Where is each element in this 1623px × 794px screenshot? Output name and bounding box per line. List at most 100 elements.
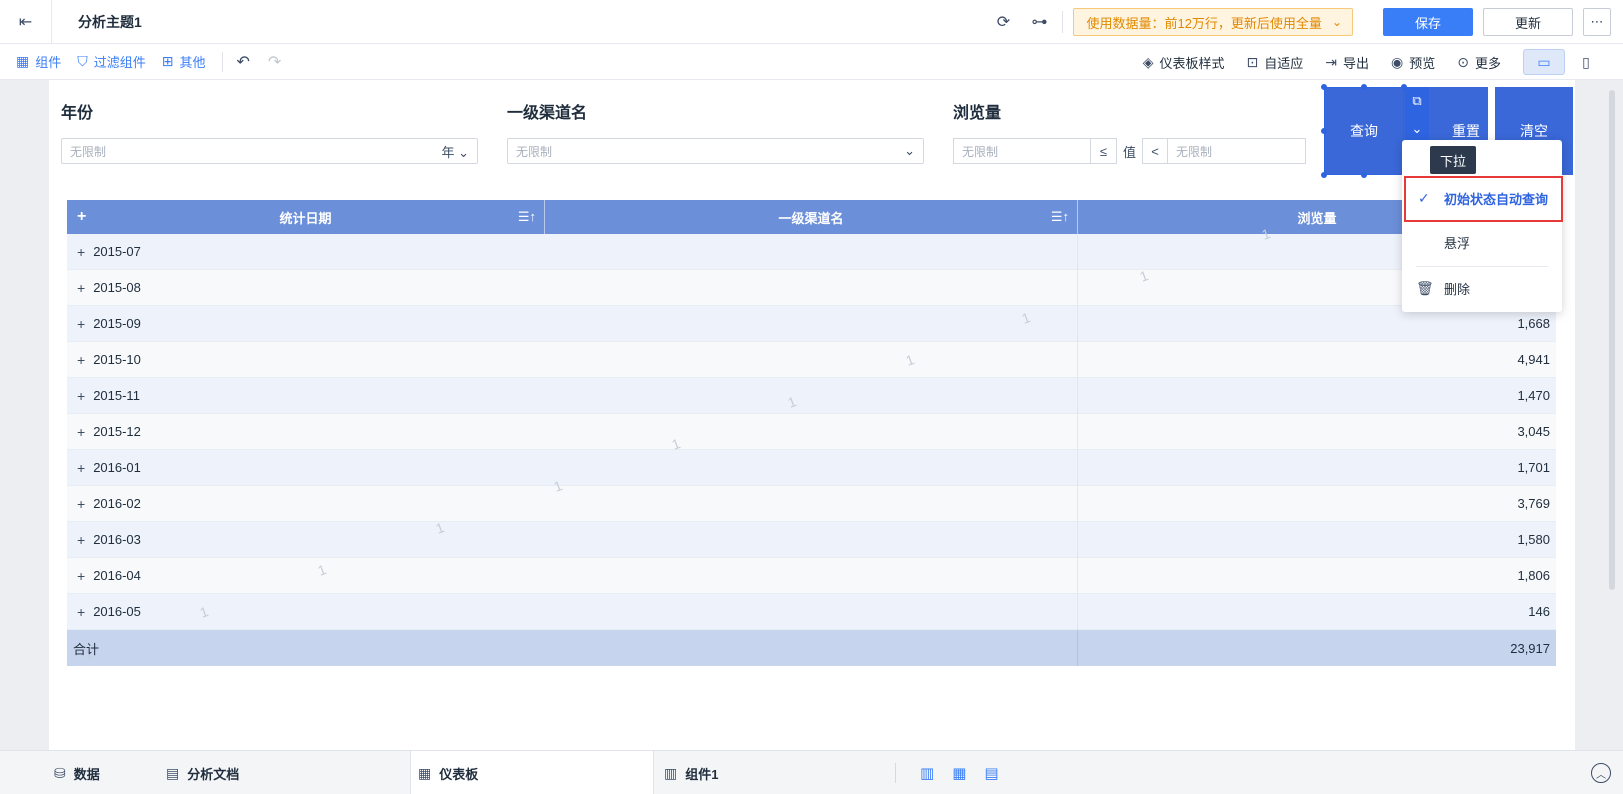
desktop-icon[interactable]: ▭ bbox=[1523, 49, 1565, 75]
expand-icon[interactable]: + bbox=[77, 388, 85, 404]
add-other-button[interactable]: ⊞ 其他 bbox=[162, 52, 206, 71]
add-chart-icon[interactable]: ▥ bbox=[920, 764, 934, 782]
add-doc-icon[interactable]: ▤ bbox=[984, 764, 998, 782]
column-header-date[interactable]: + 统计日期 ☰↑ bbox=[67, 200, 545, 234]
add-dashboard-icon[interactable]: ▦ bbox=[952, 764, 966, 782]
table-row[interactable]: +2016-04 1,806 bbox=[67, 557, 1556, 594]
cell-date: +2015-09 bbox=[67, 306, 545, 342]
table-row[interactable]: +2016-02 3,769 bbox=[67, 485, 1556, 522]
expand-icon[interactable]: + bbox=[77, 280, 85, 296]
table-row[interactable]: +2015-11 1,470 bbox=[67, 377, 1556, 414]
expand-icon[interactable]: + bbox=[77, 532, 85, 548]
resize-handle[interactable] bbox=[1321, 128, 1327, 134]
cell-channel bbox=[545, 377, 1078, 414]
year-unit-chevron: 年 ⌄ bbox=[441, 144, 469, 160]
table-header: + 统计日期 ☰↑ 一级渠道名 ☰↑ 浏览量 bbox=[67, 200, 1556, 234]
menu-item-delete[interactable]: 🗑 删除 bbox=[1402, 266, 1562, 310]
sort-icon[interactable]: ☰↑ bbox=[1051, 209, 1069, 225]
resize-handle[interactable] bbox=[1361, 172, 1367, 178]
table-row[interactable]: +2015-09 1,668 bbox=[67, 305, 1556, 342]
date-value: 2016-02 bbox=[93, 496, 141, 511]
data-volume-warning[interactable]: 使用数据量：前12万行，更新后使用全量 ⌄ bbox=[1073, 8, 1353, 36]
pv-max-operator[interactable]: < bbox=[1142, 138, 1169, 164]
sort-icon[interactable]: ☰↑ bbox=[518, 209, 536, 225]
export-button[interactable]: ⇥ 导出 bbox=[1325, 53, 1369, 72]
date-value: 2015-07 bbox=[93, 244, 141, 259]
table-row[interactable]: +2015-08 bbox=[67, 269, 1556, 306]
save-button[interactable]: 保存 bbox=[1383, 8, 1473, 36]
cell-channel bbox=[545, 593, 1078, 630]
table-row[interactable]: +2015-07 bbox=[67, 233, 1556, 270]
adaptive-button[interactable]: ⊡ 自适应 bbox=[1247, 53, 1304, 72]
cell-date: +2016-03 bbox=[67, 522, 545, 558]
resize-handle[interactable] bbox=[1361, 84, 1367, 90]
bottom-tab-bar: ⛁ 数据 ▤ 分析文档 ▦ 仪表板 ▥ 组件1 ▥ ▦ ▤ ︿ bbox=[0, 750, 1623, 794]
tab-analysis-doc[interactable]: ▤ 分析文档 bbox=[166, 764, 239, 783]
tab-dashboard[interactable]: ▦ 仪表板 bbox=[418, 764, 478, 783]
channel-select[interactable]: 无限制 ⌄ bbox=[507, 138, 924, 164]
expand-icon[interactable]: + bbox=[77, 496, 85, 512]
cell-channel bbox=[545, 521, 1078, 558]
year-unit: 年 bbox=[441, 144, 455, 160]
expand-all-icon[interactable]: + bbox=[77, 208, 86, 226]
year-filter-title: 年份 bbox=[61, 105, 94, 122]
lineage-icon[interactable]: ⊶ bbox=[1026, 9, 1052, 35]
trash-icon: 🗑 bbox=[1416, 279, 1434, 296]
tab-label: 组件1 bbox=[685, 767, 719, 782]
divider bbox=[221, 51, 223, 72]
expand-icon[interactable]: + bbox=[77, 460, 85, 476]
preview-button[interactable]: ◉ 预览 bbox=[1391, 53, 1435, 72]
update-button[interactable]: 更新 bbox=[1483, 8, 1573, 36]
table-row[interactable]: +2016-03 1,580 bbox=[67, 521, 1556, 558]
pv-max-input[interactable]: 无限制 bbox=[1168, 138, 1307, 164]
mobile-icon[interactable]: ▯ bbox=[1565, 49, 1607, 75]
expand-icon[interactable]: + bbox=[77, 316, 85, 332]
dashboard-style-button[interactable]: ◈ 仪表板样式 bbox=[1143, 53, 1225, 72]
cell-date: +2016-02 bbox=[67, 486, 545, 522]
table-row[interactable]: +2015-10 4,941 bbox=[67, 341, 1556, 378]
expand-icon[interactable]: + bbox=[77, 424, 85, 440]
cell-pv: 146 bbox=[1528, 604, 1550, 619]
vertical-scrollbar[interactable] bbox=[1609, 90, 1615, 590]
year-placeholder: 无限制 bbox=[70, 144, 107, 159]
redo-icon[interactable]: ↷ bbox=[268, 52, 281, 72]
refresh-icon[interactable]: ⟳ bbox=[990, 9, 1016, 35]
divider bbox=[1062, 11, 1064, 33]
undo-icon[interactable]: ↶ bbox=[237, 52, 250, 72]
resize-handle[interactable] bbox=[1321, 84, 1327, 90]
menu-item-float[interactable]: 悬浮 bbox=[1402, 220, 1562, 264]
copy-icon[interactable]: ⧉ bbox=[1412, 93, 1421, 109]
pv-min-input[interactable]: 无限制 bbox=[953, 138, 1091, 164]
expand-icon[interactable]: + bbox=[77, 604, 85, 620]
channel-placeholder: 无限制 bbox=[516, 144, 553, 159]
resize-handle[interactable] bbox=[1321, 172, 1327, 178]
expand-icon[interactable]: + bbox=[77, 568, 85, 584]
year-filter: 年份 无限制 年 ⌄ bbox=[49, 87, 488, 175]
pv-value-label: 值 bbox=[1123, 144, 1137, 160]
tab-data[interactable]: ⛁ 数据 bbox=[54, 764, 100, 783]
table-row[interactable]: +2016-05 146 bbox=[67, 593, 1556, 630]
export-icon: ⇥ bbox=[1325, 53, 1337, 70]
date-value: 2015-10 bbox=[93, 352, 141, 367]
collapse-icon[interactable]: ︿ bbox=[1591, 763, 1611, 783]
cell-date: +2015-10 bbox=[67, 342, 545, 378]
year-select[interactable]: 无限制 年 ⌄ bbox=[61, 138, 478, 164]
more-options-icon[interactable]: ⋯ bbox=[1583, 8, 1611, 36]
column-header-channel[interactable]: 一级渠道名 ☰↑ bbox=[545, 200, 1078, 234]
add-component-button[interactable]: ▦ 组件 bbox=[16, 52, 61, 71]
toolbar: ▦ 组件 ⛉ 过滤组件 ⊞ 其他 ↶ ↷ ◈ 仪表板样式 ⊡ 自适应 ⇥ 导出 … bbox=[0, 44, 1623, 80]
expand-icon[interactable]: + bbox=[77, 352, 85, 368]
tab-widget1[interactable]: ▥ 组件1 bbox=[664, 764, 718, 783]
add-filter-button[interactable]: ⛉ 过滤组件 bbox=[77, 52, 146, 71]
dropdown-circle-icon[interactable]: ⌄ bbox=[1412, 121, 1423, 137]
preview-label: 预览 bbox=[1409, 55, 1436, 71]
exit-icon[interactable]: ⇤ bbox=[0, 0, 52, 44]
more-button[interactable]: ⊙ 更多 bbox=[1457, 53, 1501, 72]
table-row[interactable]: +2016-01 1,701 bbox=[67, 449, 1556, 486]
cell-channel bbox=[545, 305, 1078, 342]
table-row[interactable]: +2015-12 3,045 bbox=[67, 413, 1556, 450]
expand-icon[interactable]: + bbox=[77, 244, 85, 260]
table-body: +2015-07 +2015-08 +2015-09 1,668 +2015-10 4,9… bbox=[67, 233, 1556, 630]
pv-min-operator[interactable]: ≤ bbox=[1091, 138, 1117, 164]
cell-date: +2016-01 bbox=[67, 450, 545, 486]
